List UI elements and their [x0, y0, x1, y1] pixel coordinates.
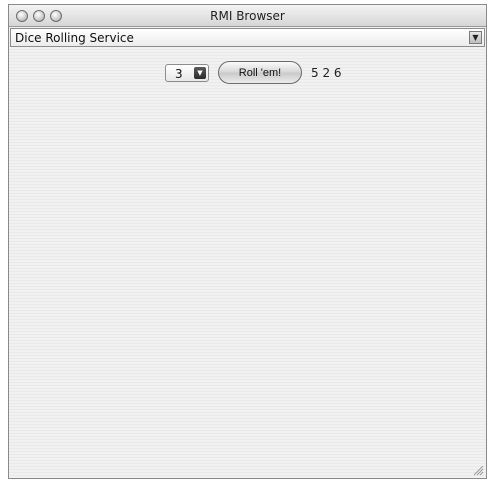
title-bar[interactable]: RMI Browser: [9, 5, 486, 27]
rmi-browser-window: RMI Browser Dice Rolling Service ▼ 3 ▼ R…: [8, 4, 487, 479]
service-dropdown-label: Dice Rolling Service: [15, 31, 134, 45]
window-title: RMI Browser: [210, 9, 285, 23]
roll-result: 5 2 6: [311, 66, 342, 80]
resize-grip-icon[interactable]: [472, 464, 484, 476]
chevron-down-icon[interactable]: ▼: [194, 67, 206, 79]
dice-count-value: 3: [175, 67, 183, 81]
service-dropdown[interactable]: Dice Rolling Service ▼: [10, 28, 485, 47]
dice-count-dropdown[interactable]: 3 ▼: [165, 64, 209, 82]
chevron-down-icon[interactable]: ▼: [469, 31, 482, 44]
roll-button[interactable]: Roll 'em!: [218, 61, 302, 84]
